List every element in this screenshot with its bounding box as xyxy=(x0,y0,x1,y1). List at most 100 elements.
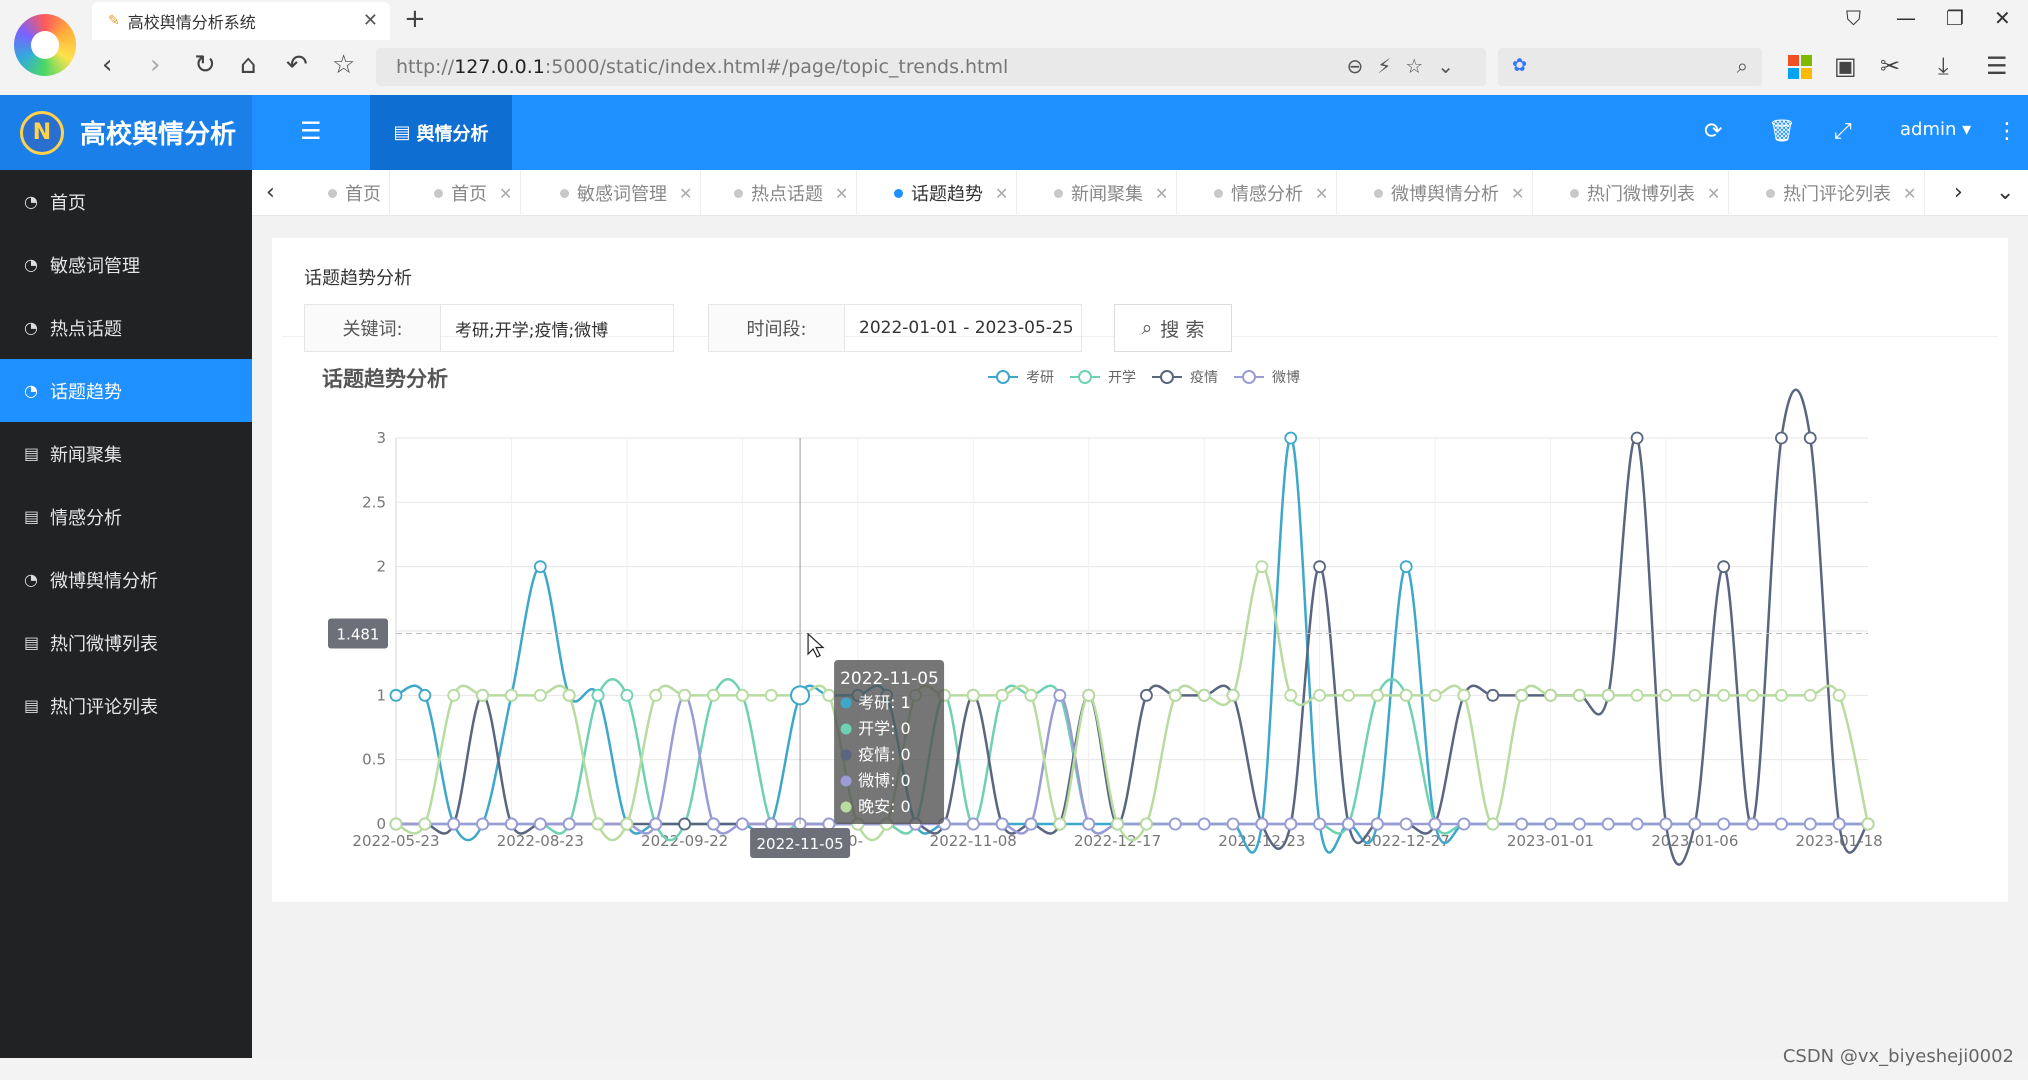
tab-close-icon[interactable]: ✕ xyxy=(995,184,1008,203)
mouse-cursor-icon xyxy=(807,632,825,658)
new-tab-icon[interactable]: + xyxy=(404,4,426,34)
url-action-icons[interactable]: ⊖⚡☆⌄ xyxy=(1347,54,1469,78)
sidebar-item-sensitive-words[interactable]: ◔ 敏感词管理 xyxy=(0,233,252,296)
file-icon: ▤ xyxy=(24,444,40,463)
sidebar-item-weibo-analysis[interactable]: ◔ 微博舆情分析 xyxy=(0,548,252,611)
sidebar-item-home[interactable]: ◔ 首页 xyxy=(0,170,252,233)
reload-icon[interactable]: ↻ xyxy=(194,50,216,80)
sidebar-item-news-cluster[interactable]: ▤ 新闻聚集 xyxy=(0,422,252,485)
chevron-down-icon[interactable]: ⌄ xyxy=(1996,180,2014,205)
tooltip-series-label: 疫情: 0 xyxy=(858,745,911,764)
tab-close-icon[interactable]: ✕ xyxy=(679,184,692,203)
tab-hot-weibo-list[interactable]: 热门微博列表 ✕ xyxy=(1562,170,1730,216)
data-point xyxy=(735,817,749,831)
forward-icon[interactable]: › xyxy=(150,50,160,80)
tab-dot xyxy=(1570,188,1579,198)
tab-close-icon[interactable]: ✕ xyxy=(1903,184,1916,203)
dashboard-icon: ◔ xyxy=(24,255,38,274)
star-icon[interactable]: ☆ xyxy=(332,50,355,80)
data-point xyxy=(1717,560,1731,574)
data-point xyxy=(1572,817,1586,831)
data-point xyxy=(476,817,489,831)
data-point xyxy=(1803,688,1817,702)
baidu-paw-icon: ✿ xyxy=(1512,55,1528,76)
hover-point xyxy=(790,685,811,706)
data-point xyxy=(1370,817,1384,831)
apps-icon[interactable] xyxy=(1788,55,1812,79)
browser-logo-icon xyxy=(14,14,76,76)
x-tick-label: 2023-01-06 xyxy=(1651,832,1738,850)
sidebar-item-hot-topics[interactable]: ◔ 热点话题 xyxy=(0,296,252,359)
undo-icon[interactable]: ↶ xyxy=(286,50,308,80)
tab-close-icon[interactable]: ✕ xyxy=(499,184,512,203)
more-vertical-icon[interactable]: ⋮ xyxy=(1996,119,2018,144)
app-header: N 高校舆情分析 ☰ ▤ 舆情分析 ⟳ 🗑 ⤢ admin ▾ ⋮ xyxy=(0,95,2028,170)
module-tab-sentiment[interactable]: ▤ 舆情分析 xyxy=(370,95,512,170)
minimize-icon[interactable]: — xyxy=(1896,6,1916,30)
topic-trend-chart[interactable]: 话题趋势分析考研开学疫情微博00.511.522.532022-05-23202… xyxy=(272,238,2008,902)
tab-news-cluster[interactable]: 新闻聚集 ✕ xyxy=(1046,170,1178,216)
data-point xyxy=(1775,688,1788,702)
data-point xyxy=(1544,688,1557,702)
data-point xyxy=(505,817,518,831)
url-host: 127.0.0.1 xyxy=(454,56,545,78)
search-icon[interactable]: ⌕ xyxy=(1737,54,1748,78)
tab-sensitive-words[interactable]: 敏感词管理 ✕ xyxy=(552,170,702,216)
tab-dot xyxy=(434,188,443,198)
tab-home[interactable]: 首页 ✕ xyxy=(426,170,522,216)
sidebar-item-label: 敏感词管理 xyxy=(50,255,140,277)
tab-hot-topics[interactable]: 热点话题 ✕ xyxy=(726,170,858,216)
tab-close-icon[interactable]: ✕ xyxy=(1511,184,1524,203)
sidebar-item-label: 情感分析 xyxy=(50,507,122,529)
series-line-考研 xyxy=(395,436,1868,854)
data-point xyxy=(1053,817,1067,831)
caret-down-icon: ▾ xyxy=(1962,119,1972,140)
data-point xyxy=(1688,688,1702,702)
data-point xyxy=(1832,688,1846,702)
tab-dot xyxy=(328,188,337,198)
brand[interactable]: N 高校舆情分析 xyxy=(0,95,252,170)
fullscreen-icon[interactable]: ⤢ xyxy=(1834,119,1852,144)
tab-close-icon[interactable]: ✕ xyxy=(1155,184,1168,203)
tab-weibo-analysis[interactable]: 微博舆情分析 ✕ xyxy=(1366,170,1534,216)
tab-hot-comment-list[interactable]: 热门评论列表 ✕ xyxy=(1758,170,1926,216)
sidebar-item-label: 热门评论列表 xyxy=(50,696,158,718)
tab-close-icon[interactable]: ✕ xyxy=(1707,184,1720,203)
trash-icon[interactable]: 🗑 xyxy=(1768,119,1796,144)
scissors-icon[interactable]: ✂ xyxy=(1880,52,1900,80)
sidebar-item-topic-trends[interactable]: ◔ 话题趋势 xyxy=(0,359,252,422)
tab-close-icon[interactable]: ✕ xyxy=(835,184,848,203)
tab-close-icon[interactable]: ✕ xyxy=(363,10,378,31)
x-tick-label: 2022-05-23 xyxy=(352,832,439,850)
legend-label: 考研 xyxy=(1026,370,1054,386)
data-point xyxy=(1082,688,1096,702)
sidebar-item-hot-comment-list[interactable]: ▤ 热门评论列表 xyxy=(0,674,252,737)
chevron-left-icon[interactable]: ‹ xyxy=(266,180,275,205)
home-icon[interactable]: ⌂ xyxy=(240,50,257,80)
sidebar-item-sentiment-analysis[interactable]: ▤ 情感分析 xyxy=(0,485,252,548)
data-point xyxy=(1515,817,1529,831)
browser-tab[interactable]: ✎ 高校舆情分析系统 ✕ xyxy=(92,2,390,40)
refresh-icon[interactable]: ⟳ xyxy=(1704,119,1722,144)
reader-icon[interactable]: ▣ xyxy=(1834,52,1857,80)
chevron-right-icon[interactable]: › xyxy=(1954,180,1963,205)
sidebar: ◔ 首页 ◔ 敏感词管理 ◔ 热点话题 ◔ 话题趋势 ▤ 新闻聚集 ▤ 情感分析… xyxy=(0,170,252,1058)
x-tick-label: 2022-12-27 xyxy=(1363,832,1450,850)
tab-sentiment-analysis[interactable]: 情感分析 ✕ xyxy=(1206,170,1338,216)
tab-close-icon[interactable]: ✕ xyxy=(1315,184,1328,203)
tab-topic-trends[interactable]: 话题趋势 ✕ xyxy=(886,170,1018,216)
back-icon[interactable]: ‹ xyxy=(102,50,112,80)
sidebar-item-hot-weibo-list[interactable]: ▤ 热门微博列表 xyxy=(0,611,252,674)
restore-icon[interactable]: ❐ xyxy=(1946,6,1964,30)
data-point xyxy=(1140,817,1153,831)
address-bar[interactable]: http://127.0.0.1:5000/static/index.html#… xyxy=(376,48,1486,86)
close-window-icon[interactable]: ✕ xyxy=(1994,6,2011,30)
browser-menu-icon[interactable]: ☰ xyxy=(1986,52,2008,80)
tab-dot xyxy=(1054,188,1063,198)
browser-search-box[interactable]: ✿ ⌕ xyxy=(1498,48,1762,86)
menu-toggle-icon[interactable]: ☰ xyxy=(300,117,322,145)
shirt-icon[interactable]: ⛉ xyxy=(1846,6,1861,30)
tab-home-fixed[interactable]: 首页 xyxy=(320,170,390,216)
user-menu[interactable]: admin ▾ xyxy=(1900,119,1971,140)
download-icon[interactable]: ⤓ xyxy=(1938,52,1949,80)
